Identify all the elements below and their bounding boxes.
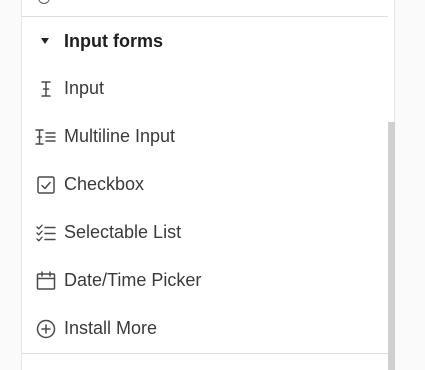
text-cursor-icon (41, 81, 51, 97)
previous-item[interactable] (22, 0, 394, 6)
window: Input forms Input Multiline Input Checkb… (0, 0, 425, 370)
list-item-label: Checkbox (64, 174, 145, 194)
list-item-selectable-list[interactable]: Selectable List (22, 209, 388, 257)
list-item-label: Input (64, 78, 105, 98)
list-item-label: Install More (64, 318, 158, 338)
list-item-label: Multiline Input (64, 126, 176, 146)
checklist-icon (36, 224, 56, 242)
circle-icon (38, 0, 50, 4)
list-item-install-more[interactable]: Install More (22, 305, 388, 353)
list-item-date-time-picker[interactable]: Date/Time Picker (22, 257, 388, 305)
caret-down-icon (41, 38, 49, 44)
checkbox-icon (37, 176, 55, 194)
divider (22, 353, 388, 354)
multiline-input-icon (35, 129, 56, 145)
list-item-multiline-input[interactable]: Multiline Input (22, 113, 388, 161)
list-item-label: Date/Time Picker (64, 270, 202, 290)
section-title: Input forms (64, 31, 163, 51)
calendar-icon (36, 271, 56, 290)
components-panel: Input forms Input Multiline Input Checkb… (21, 0, 395, 370)
list-item-label: Selectable List (64, 222, 182, 242)
list-item-checkbox[interactable]: Checkbox (22, 161, 388, 209)
list-item-input[interactable]: Input (22, 65, 388, 113)
scrollbar[interactable] (388, 122, 395, 370)
plus-circle-icon (36, 319, 56, 339)
section-header-input-forms[interactable]: Input forms (22, 18, 388, 66)
divider (22, 16, 388, 17)
